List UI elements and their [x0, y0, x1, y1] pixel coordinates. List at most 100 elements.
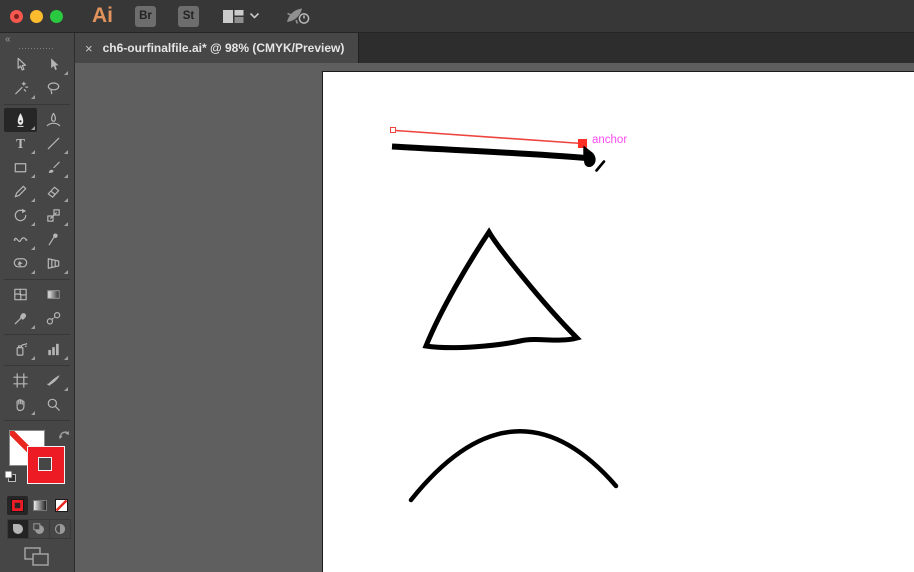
- change-screen-mode-button[interactable]: [24, 547, 50, 572]
- zoom-tool-icon: [47, 399, 60, 412]
- toolbar-divider: [4, 333, 70, 335]
- curvature-tool-icon: [46, 112, 61, 127]
- chevron-down-icon: [250, 13, 259, 19]
- stroke-swatch-red[interactable]: [27, 445, 65, 484]
- toolbar-divider: [4, 364, 70, 366]
- rectangle-tool-icon: [14, 163, 27, 173]
- canvas-area[interactable]: anchor: [75, 63, 914, 572]
- draw-normal-icon: [13, 523, 23, 534]
- tool-perspective-grid[interactable]: [37, 252, 70, 276]
- screen-mode-icon: [24, 547, 49, 566]
- swap-fill-stroke-button[interactable]: [58, 428, 71, 446]
- document-tab-bar: × ch6-ourfinalfile.ai* @ 98% (CMYK/Previ…: [75, 33, 914, 63]
- gpu-performance-button[interactable]: [285, 6, 311, 26]
- minimize-window-button[interactable]: [30, 9, 43, 23]
- draw-behind-icon: [33, 523, 44, 534]
- line-segment-tool-icon: [47, 137, 60, 150]
- tab-close-icon[interactable]: ×: [85, 42, 93, 55]
- tool-pen[interactable]: [4, 107, 37, 132]
- fill-stroke-controls: [0, 428, 74, 492]
- gpu-rocket-icon: [287, 8, 310, 24]
- tool-zoom[interactable]: [37, 393, 70, 417]
- collapse-panel-button[interactable]: «: [0, 33, 74, 45]
- tool-slice[interactable]: [37, 369, 70, 393]
- scale-tool-icon: [47, 209, 60, 222]
- lasso-tool-icon: [47, 82, 60, 95]
- tool-type[interactable]: T: [4, 132, 37, 156]
- panel-grip-handle[interactable]: [19, 48, 55, 49]
- none-button[interactable]: [51, 496, 72, 515]
- stock-button[interactable]: St: [178, 5, 199, 27]
- tool-shape-builder[interactable]: [4, 252, 37, 276]
- draw-normal-button[interactable]: [8, 519, 29, 538]
- tool-blend[interactable]: [37, 307, 70, 331]
- selection-tool-icon: [17, 57, 27, 71]
- paint-style-buttons: [7, 495, 74, 515]
- tool-selection[interactable]: [4, 53, 37, 77]
- gradient-swatch-icon: [32, 499, 47, 511]
- gradient-tool-icon: [47, 290, 60, 299]
- draw-inside-button[interactable]: [50, 520, 70, 538]
- tool-column-graph[interactable]: [37, 338, 70, 362]
- start-anchor-point[interactable]: [390, 127, 396, 133]
- toolbar-divider: [4, 103, 70, 105]
- illustrator-window: Ai Br St « T × ch6-ourfinalfile.ai* @ 98…: [0, 0, 914, 572]
- workspace-switcher-button[interactable]: [223, 9, 259, 24]
- toolbar-divider: [4, 419, 70, 421]
- tool-curvature[interactable]: [37, 108, 70, 132]
- blend-tool-icon: [46, 312, 61, 325]
- width-tool-icon: [13, 237, 28, 243]
- drawing-mode-buttons: [7, 518, 71, 539]
- draw-behind-button[interactable]: [29, 519, 50, 538]
- tool-direct-selection[interactable]: [37, 53, 70, 77]
- tool-gradient[interactable]: [37, 283, 70, 307]
- tool-symbol-sprayer[interactable]: [4, 338, 37, 362]
- tool-hand[interactable]: [4, 393, 37, 417]
- tool-puppet-warp[interactable]: [37, 228, 70, 252]
- tool-pencil[interactable]: [4, 180, 37, 204]
- slice-tool-icon: [47, 375, 60, 387]
- puppet-warp-tool-icon: [48, 233, 58, 246]
- end-anchor-point[interactable]: [578, 139, 587, 148]
- canvas-svg: anchor: [322, 71, 914, 572]
- hand-tool-icon: [16, 399, 25, 412]
- tool-line-segment[interactable]: [37, 132, 70, 156]
- toolbar-divider: [4, 278, 70, 280]
- zoom-window-button[interactable]: [50, 9, 63, 23]
- none-swatch-icon: [55, 498, 68, 512]
- document-tab[interactable]: × ch6-ourfinalfile.ai* @ 98% (CMYK/Previ…: [75, 33, 360, 63]
- type-tool-icon: T: [16, 136, 25, 151]
- direct-selection-tool-icon: [51, 58, 59, 70]
- tool-eraser[interactable]: [37, 180, 70, 204]
- tool-width[interactable]: [4, 228, 37, 252]
- tool-rectangle[interactable]: [4, 156, 37, 180]
- svg-text:T: T: [16, 136, 25, 151]
- smart-guide-anchor-label: anchor: [592, 134, 627, 146]
- tool-scale[interactable]: [37, 204, 70, 228]
- tool-artboard[interactable]: [4, 369, 37, 393]
- color-button[interactable]: [7, 495, 28, 515]
- pencil-tool-icon: [14, 185, 27, 198]
- paintbrush-tool-icon: [48, 161, 60, 173]
- tool-paintbrush[interactable]: [37, 156, 70, 180]
- close-window-button[interactable]: [10, 9, 23, 23]
- gradient-button[interactable]: [29, 496, 50, 515]
- tool-magic-wand[interactable]: [4, 77, 37, 101]
- rotate-tool-icon: [14, 208, 27, 222]
- swap-arrows-icon: [58, 430, 69, 440]
- default-fill-stroke-button[interactable]: [4, 470, 17, 488]
- menubar: Ai Br St: [0, 0, 914, 33]
- workspace-layout-icon: [223, 9, 244, 23]
- bridge-button[interactable]: Br: [135, 5, 156, 27]
- tool-mesh[interactable]: [4, 283, 37, 307]
- tool-rotate[interactable]: [4, 204, 37, 228]
- shape-builder-tool-icon: [13, 258, 28, 268]
- column-graph-tool-icon: [48, 344, 59, 356]
- pen-tool-icon: [17, 113, 24, 127]
- magic-wand-tool-icon: [15, 81, 29, 95]
- perspective-grid-tool-icon: [47, 258, 60, 269]
- tool-eyedropper[interactable]: [4, 307, 37, 331]
- artboard-tool-icon: [13, 373, 28, 389]
- tool-lasso[interactable]: [37, 77, 70, 101]
- draw-inside-icon: [54, 523, 66, 535]
